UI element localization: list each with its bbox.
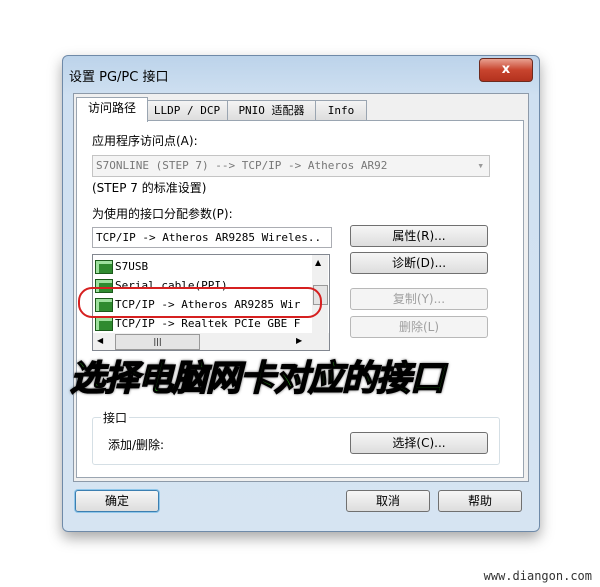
add-remove-label: 添加/删除: bbox=[108, 438, 165, 452]
scrollbar-thumb[interactable]: ||| bbox=[115, 334, 200, 350]
scroll-left-icon[interactable]: ◀ bbox=[97, 336, 103, 345]
diagnostics-button[interactable]: 诊断(D)... bbox=[350, 252, 488, 274]
interface-group-title: 接口 bbox=[101, 409, 130, 426]
copy-button[interactable]: 复制(Y)... bbox=[350, 288, 488, 310]
horizontal-scrollbar[interactable]: ◀ ||| ▶ bbox=[93, 333, 329, 350]
list-item[interactable]: S7USB bbox=[95, 257, 148, 276]
annotation-text: 选择电脑网卡对应的接口 bbox=[69, 358, 446, 400]
tab-pnio-adapter[interactable]: PNIO 适配器 bbox=[227, 100, 316, 121]
properties-button[interactable]: 属性(R)... bbox=[350, 225, 488, 247]
close-button[interactable]: x bbox=[479, 58, 533, 82]
tab-info[interactable]: Info bbox=[315, 100, 367, 121]
chevron-down-icon: ▾ bbox=[477, 159, 484, 172]
scroll-up-icon[interactable]: ▲ bbox=[315, 258, 321, 267]
highlight-ellipse bbox=[78, 287, 322, 318]
watermark: www.diangon.com bbox=[483, 569, 592, 583]
network-card-icon bbox=[95, 316, 113, 331]
select-button[interactable]: 选择(C)... bbox=[350, 432, 488, 454]
access-point-value: S7ONLINE (STEP 7) --> TCP/IP -> Atheros … bbox=[96, 159, 388, 172]
network-card-icon bbox=[95, 259, 113, 274]
tab-access-path[interactable]: 访问路径 bbox=[76, 97, 148, 122]
ok-button[interactable]: 确定 bbox=[75, 490, 159, 512]
item-label: S7USB bbox=[115, 260, 149, 273]
scroll-right-icon[interactable]: ▶ bbox=[296, 336, 302, 345]
window-title: 设置 PG/PC 接口 bbox=[69, 70, 169, 85]
access-point-note: (STEP 7 的标准设置) bbox=[92, 181, 207, 195]
delete-button[interactable]: 删除(L) bbox=[350, 316, 488, 338]
help-button[interactable]: 帮助 bbox=[438, 490, 522, 512]
tab-lldp-dcp[interactable]: LLDP / DCP bbox=[146, 100, 228, 121]
access-point-dropdown[interactable]: S7ONLINE (STEP 7) --> TCP/IP -> Atheros … bbox=[92, 155, 490, 177]
interface-params-field[interactable]: TCP/IP -> Atheros AR9285 Wireles.. bbox=[92, 227, 332, 248]
cancel-button[interactable]: 取消 bbox=[346, 490, 430, 512]
access-point-label: 应用程序访问点(A): bbox=[92, 134, 198, 148]
interface-params-label: 为使用的接口分配参数(P): bbox=[92, 207, 233, 221]
